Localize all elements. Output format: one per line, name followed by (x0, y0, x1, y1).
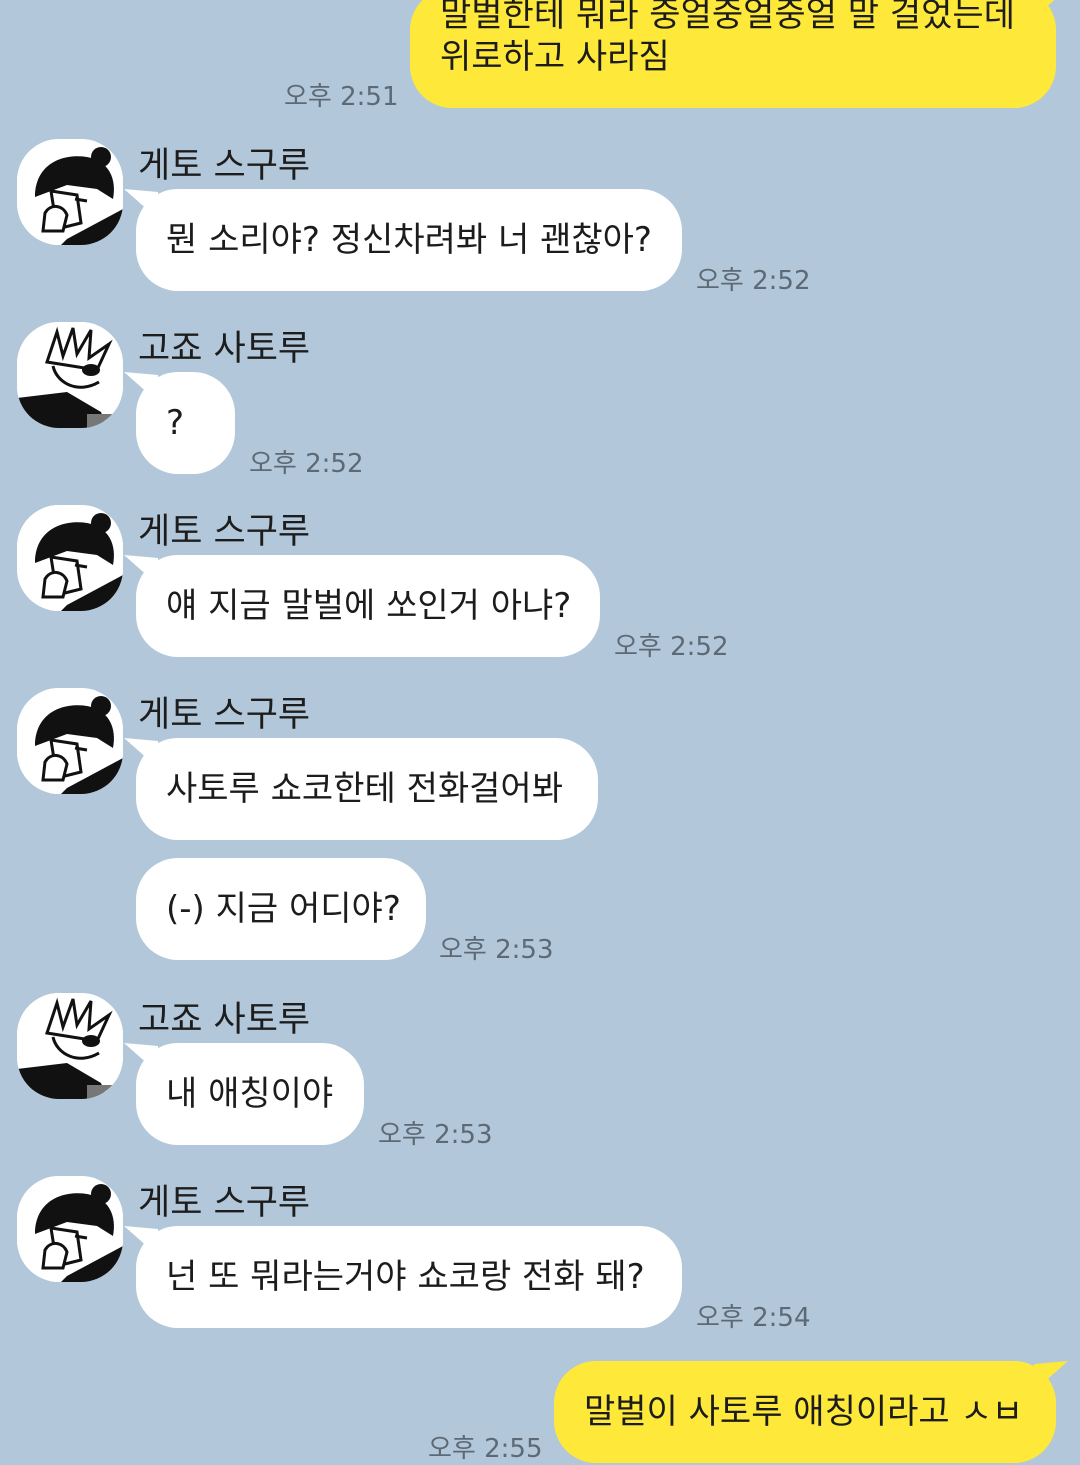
message-text: 말벌이 사토루 애칭이라고 ㅅㅂ (584, 1392, 1024, 1432)
message-time: 오후 2:53 (439, 935, 554, 965)
message-time: 오후 2:52 (249, 449, 364, 479)
message-time: 오후 2:52 (614, 632, 729, 662)
message-time: 오후 2:54 (696, 1303, 811, 1333)
message-text: 넌 또 뭐라는거야 쇼코랑 전화 돼? (166, 1257, 645, 1297)
sender-name: 게토 스구루 (138, 1183, 311, 1223)
message-bubble[interactable]: 내 애칭이야 (136, 1043, 364, 1145)
chat-room: 오후 2:51 말벌한테 뭐라 중얼중얼중얼 말 걸었는데 위로하고 사라짐 게… (0, 0, 1080, 1464)
message-text: 사토루 쇼코한테 전화걸어봐 (166, 769, 563, 809)
message-text: ? (166, 403, 185, 443)
gojo-avatar-icon[interactable] (17, 993, 123, 1099)
message-text: 얘 지금 말벌에 쏘인거 아냐? (166, 586, 572, 626)
geto-avatar-icon[interactable] (17, 688, 123, 794)
my-message-bubble[interactable]: 말벌한테 뭐라 중얼중얼중얼 말 걸었는데 위로하고 사라짐 (410, 0, 1056, 108)
message-text: 내 애칭이야 (166, 1074, 334, 1114)
message-time: 오후 2:53 (378, 1120, 493, 1150)
message-bubble[interactable]: ? (136, 372, 235, 474)
gojo-avatar-icon[interactable] (17, 322, 123, 428)
sender-name: 게토 스구루 (138, 512, 311, 552)
geto-avatar-icon[interactable] (17, 1176, 123, 1282)
message-time: 오후 2:52 (696, 266, 811, 296)
message-text: (-) 지금 어디야? (166, 889, 401, 929)
message-time: 오후 2:51 (284, 82, 399, 112)
message-bubble[interactable]: (-) 지금 어디야? (136, 858, 426, 960)
geto-avatar-icon[interactable] (17, 139, 123, 245)
message-bubble[interactable]: 넌 또 뭐라는거야 쇼코랑 전화 돼? (136, 1226, 682, 1328)
sender-name: 고죠 사토루 (138, 329, 311, 369)
sender-name: 게토 스구루 (138, 695, 311, 735)
my-message-bubble[interactable]: 말벌이 사토루 애칭이라고 ㅅㅂ (554, 1361, 1056, 1463)
geto-avatar-icon[interactable] (17, 505, 123, 611)
sender-name: 고죠 사토루 (138, 1000, 311, 1040)
message-text: 말벌한테 뭐라 중얼중얼중얼 말 걸었는데 위로하고 사라짐 (440, 0, 1015, 77)
message-time: 오후 2:55 (428, 1434, 543, 1464)
message-text: 뭔 소리야? 정신차려봐 너 괜찮아? (166, 220, 652, 260)
message-bubble[interactable]: 뭔 소리야? 정신차려봐 너 괜찮아? (136, 189, 682, 291)
message-bubble[interactable]: 얘 지금 말벌에 쏘인거 아냐? (136, 555, 600, 657)
sender-name: 게토 스구루 (138, 146, 311, 186)
message-bubble[interactable]: 사토루 쇼코한테 전화걸어봐 (136, 738, 598, 840)
